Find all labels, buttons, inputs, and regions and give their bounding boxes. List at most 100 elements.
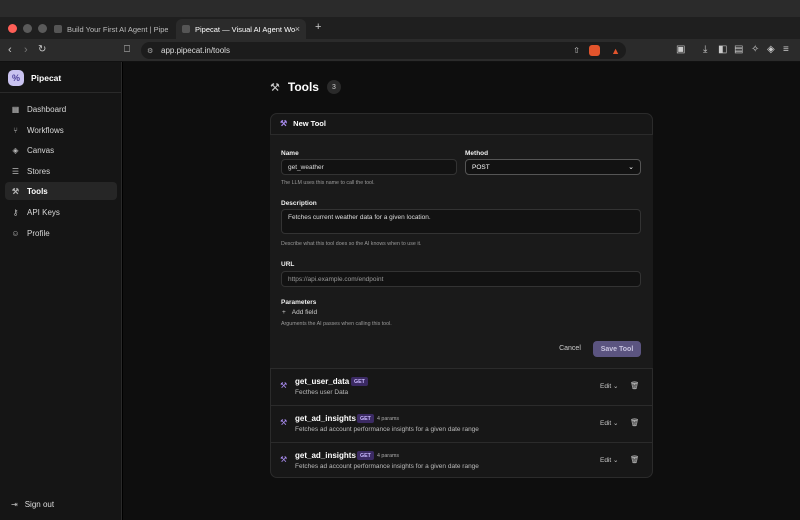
method-select[interactable]: POST ⌄ (465, 159, 641, 175)
edit-button[interactable]: Edit ⌄ (600, 382, 618, 390)
method-badge: GET (357, 451, 374, 460)
minimize-window-button[interactable] (23, 24, 32, 33)
add-field-button[interactable]: + Add field (282, 309, 317, 316)
name-label: Name (281, 150, 299, 157)
menu-icon[interactable]: ≡ (783, 44, 789, 55)
description-textarea[interactable]: Fetches current weather data for a given… (281, 209, 641, 234)
wrench-icon: ⚒ (280, 381, 288, 390)
method-badge: GET (351, 377, 368, 386)
tool-row[interactable]: ⚒ get_ad_insights GET 4 params Fetches a… (270, 443, 653, 480)
method-value: POST (472, 163, 490, 171)
description-help: Describe what this tool does so the AI k… (281, 241, 422, 247)
sidebar-item-label: API Keys (27, 207, 60, 217)
download-icon[interactable]: ⤓ (703, 44, 707, 55)
grid-icon: ▦ (11, 104, 20, 114)
method-badge: GET (357, 414, 374, 423)
params-count: 4 params (377, 416, 400, 422)
sidebar-item-profile[interactable]: ☺ Profile (5, 224, 117, 242)
brave-shield-icon[interactable] (589, 45, 600, 56)
brand-name: Pipecat (31, 73, 62, 83)
sidebar-divider (0, 92, 122, 93)
edit-label: Edit (600, 383, 612, 390)
wrench-icon: ⚒ (280, 418, 288, 427)
sidebar-item-api-keys[interactable]: ⚷ API Keys (5, 203, 117, 221)
logout-icon: ⇥ (11, 500, 18, 509)
delete-icon[interactable]: 🗑 (630, 381, 640, 390)
description-label: Description (281, 200, 317, 207)
sidebar-item-label: Stores (27, 166, 51, 176)
brand[interactable]: % Pipecat (8, 70, 61, 86)
leo-icon[interactable]: ✧ (751, 44, 759, 55)
sidebar-item-label: Profile (27, 228, 50, 238)
sidebar-item-canvas[interactable]: ◈ Canvas (5, 141, 117, 159)
cancel-button[interactable]: Cancel (553, 341, 587, 356)
sidebar-item-tools[interactable]: ⚒ Tools (5, 182, 117, 200)
sign-out-label: Sign out (24, 500, 55, 509)
back-icon[interactable]: ‹ (8, 44, 12, 56)
tab-title: Pipecat — Visual AI Agent Wo... (195, 24, 295, 34)
close-window-button[interactable] (8, 24, 17, 33)
url-input[interactable]: https://api.example.com/endpoint (281, 271, 641, 287)
edit-button[interactable]: Edit ⌄ (600, 419, 618, 427)
method-label: Method (465, 150, 489, 157)
browser-tab-active[interactable]: Pipecat — Visual AI Agent Wo... × (176, 19, 306, 39)
new-tool-header: ⚒ New Tool (270, 113, 653, 135)
page-header: ⚒ Tools 3 (270, 80, 341, 94)
brave-rewards-icon[interactable]: ▲ (611, 46, 620, 56)
sidebar-item-label: Workflows (27, 125, 64, 135)
maximize-window-button[interactable] (38, 24, 47, 33)
sidebar-item-label: Tools (27, 186, 48, 196)
save-tool-button[interactable]: Save Tool (593, 341, 641, 357)
wallet-icon[interactable]: ▤ (734, 44, 743, 55)
sidebar-item-workflows[interactable]: ⑂ Workflows (5, 121, 117, 139)
tool-name: get_ad_insights (295, 451, 356, 460)
wrench-icon: ⚒ (280, 455, 288, 464)
params-count: 4 params (377, 453, 400, 459)
name-input[interactable]: get_weather (281, 159, 457, 175)
new-tab-button[interactable]: + (315, 21, 321, 33)
favicon-icon (54, 25, 62, 33)
name-help: The LLM uses this name to call the tool. (281, 180, 375, 186)
reader-icon[interactable]: ▣ (676, 44, 685, 55)
parameters-help: Arguments the AI passes when calling thi… (281, 321, 392, 327)
new-tool-title: New Tool (293, 119, 326, 128)
wrench-icon: ⚒ (11, 186, 20, 196)
vpn-icon[interactable]: ◈ (767, 44, 775, 55)
delete-icon[interactable]: 🗑 (630, 418, 640, 427)
tool-count-badge: 3 (326, 80, 341, 94)
database-icon: ☰ (11, 166, 20, 176)
forward-icon[interactable]: › (24, 44, 28, 56)
browser-tab[interactable]: Build Your First AI Agent | Pipecat (48, 19, 168, 39)
chevron-down-icon: ⌄ (628, 164, 634, 171)
site-settings-icon[interactable]: ⚙ (147, 47, 153, 55)
user-icon: ☺ (11, 228, 20, 238)
sidebar-toggle-icon[interactable]: ◧ (718, 44, 727, 55)
parameters-label: Parameters (281, 299, 317, 306)
close-tab-icon[interactable]: × (295, 24, 300, 34)
sign-out-button[interactable]: ⇥ Sign out (11, 500, 54, 509)
workflow-icon: ⑂ (13, 125, 18, 135)
url-label: URL (281, 261, 295, 268)
tab-title: Build Your First AI Agent | Pipecat (67, 24, 168, 34)
sidebar-item-stores[interactable]: ☰ Stores (5, 162, 117, 180)
sidebar-item-dashboard[interactable]: ▦ Dashboard (5, 100, 117, 118)
url-text: app.pipecat.in/tools (161, 46, 230, 55)
address-bar[interactable]: ⚙ app.pipecat.in/tools ⇧ ▲ (141, 42, 626, 59)
favicon-icon (182, 25, 190, 33)
page-title: Tools (287, 80, 319, 94)
sidebar-item-label: Dashboard (27, 104, 67, 114)
add-field-label: Add field (291, 309, 318, 316)
delete-icon[interactable]: 🗑 (630, 455, 640, 464)
tool-name: get_ad_insights (295, 414, 356, 423)
share-icon[interactable]: ⇧ (573, 46, 580, 55)
tool-description: Fetches ad account performance insights … (295, 426, 479, 433)
bookmark-icon[interactable]: ⎕ (124, 44, 130, 55)
reload-icon[interactable]: ↻ (38, 44, 46, 55)
edit-label: Edit (600, 457, 612, 464)
tool-row[interactable]: ⚒ get_ad_insights GET 4 params Fetches a… (270, 406, 653, 443)
tool-row[interactable]: ⚒ get_user_data GET Fecthes user Data Ed… (270, 369, 653, 406)
window-controls (8, 24, 47, 33)
sidebar-item-label: Canvas (27, 145, 55, 155)
tool-description: Fetches ad account performance insights … (295, 463, 479, 470)
edit-button[interactable]: Edit ⌄ (600, 456, 618, 464)
